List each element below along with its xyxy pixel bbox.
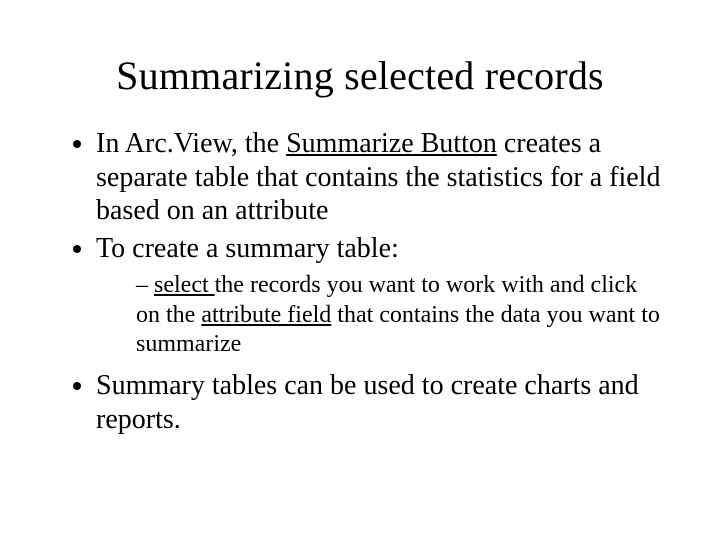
- slide-title: Summarizing selected records: [56, 52, 664, 99]
- underline-text: select: [154, 272, 215, 298]
- slide: Summarizing selected records In Arc.View…: [0, 0, 720, 540]
- sub-list: select the records you want to work with…: [96, 271, 664, 359]
- sub-item: select the records you want to work with…: [136, 271, 664, 359]
- text-run: In Arc.View, the: [96, 128, 286, 159]
- text-run: Summary tables can be used to create cha…: [96, 370, 639, 435]
- underline-text: attribute field: [201, 302, 331, 328]
- bullet-item: Summary tables can be used to create cha…: [96, 369, 664, 436]
- underline-text: Summarize Button: [286, 128, 497, 159]
- bullet-item: To create a summary table: select the re…: [96, 232, 664, 359]
- bullet-item: In Arc.View, the Summarize Button create…: [96, 127, 664, 228]
- text-run: To create a summary table:: [96, 233, 399, 264]
- bullet-list: In Arc.View, the Summarize Button create…: [56, 127, 664, 436]
